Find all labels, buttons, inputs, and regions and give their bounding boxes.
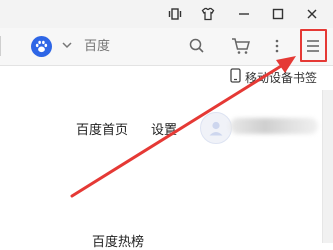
baidu-paw-icon[interactable] [31, 36, 52, 57]
chevron-down-icon[interactable] [60, 37, 74, 51]
hot-list-title: 百度热榜 [92, 235, 145, 250]
restore-icon[interactable] [163, 3, 187, 25]
title-bar [0, 0, 333, 28]
avatar[interactable] [200, 112, 232, 144]
minimize-icon[interactable] [232, 3, 256, 25]
maximize-icon[interactable] [266, 3, 290, 25]
shirt-icon[interactable] [196, 3, 220, 25]
more-dots-icon[interactable] [264, 34, 290, 58]
vertical-scrollbar[interactable] [322, 90, 333, 243]
close-icon[interactable] [300, 3, 324, 25]
mobile-bookmarks-link[interactable]: 移动设备书签 [230, 68, 317, 86]
baidu-home-link[interactable]: 百度首页 [76, 119, 128, 138]
mobile-device-icon [230, 68, 241, 86]
username-blurred [230, 118, 318, 134]
search-input[interactable] [84, 36, 174, 56]
address-divider [0, 36, 1, 56]
annotation-highlight-box [300, 29, 327, 62]
settings-link[interactable]: 设置 [151, 119, 177, 138]
cart-icon[interactable] [228, 34, 254, 58]
mobile-bookmarks-label: 移动设备书签 [245, 70, 318, 85]
search-icon[interactable] [184, 34, 210, 58]
